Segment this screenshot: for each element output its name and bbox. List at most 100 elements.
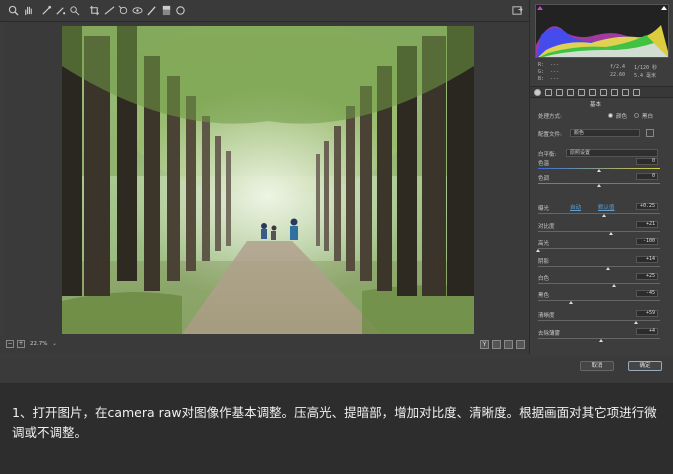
straighten-icon[interactable] bbox=[103, 4, 116, 17]
slider-value-input[interactable]: -45 bbox=[636, 290, 658, 297]
red-eye-icon[interactable] bbox=[131, 4, 144, 17]
slider-track[interactable] bbox=[538, 283, 660, 284]
slider-value-input[interactable]: +4 bbox=[636, 328, 658, 335]
histogram bbox=[535, 4, 669, 58]
ok-button[interactable]: 确定 bbox=[628, 361, 662, 371]
zoom-out-icon[interactable]: − bbox=[6, 340, 14, 348]
tab-hsl-icon[interactable] bbox=[567, 89, 574, 96]
preview-canvas[interactable] bbox=[4, 22, 528, 336]
status-bar: − + 22.7% ⌄ Y bbox=[0, 336, 529, 354]
slider-value-input[interactable]: -100 bbox=[636, 238, 658, 245]
focal-readout: 22.60 bbox=[610, 72, 626, 78]
profile-dropdown[interactable]: 颜色 bbox=[570, 129, 640, 137]
slider-value-input[interactable]: +21 bbox=[636, 221, 658, 228]
tab-tone-curve-icon[interactable] bbox=[545, 89, 552, 96]
tab-detail-icon[interactable] bbox=[556, 89, 563, 96]
profile-browser-icon[interactable] bbox=[646, 129, 654, 137]
slider-label: 高光 bbox=[538, 241, 550, 247]
slider-track[interactable] bbox=[538, 300, 660, 301]
slider-label: 曝光 bbox=[538, 206, 550, 212]
caption-area: 1、打开图片，在camera raw对图像作基本调整。压高光、提暗部，增加对比度… bbox=[0, 383, 673, 474]
photo-preview bbox=[62, 26, 474, 334]
treatment-color-radio[interactable] bbox=[608, 113, 613, 118]
tab-snapshots-icon[interactable] bbox=[633, 89, 640, 96]
zoom-level[interactable]: 22.7% bbox=[30, 341, 47, 347]
slider-track[interactable] bbox=[538, 320, 660, 321]
slider-value-input[interactable]: 0 bbox=[636, 158, 658, 165]
slider-label: 色调 bbox=[538, 176, 550, 182]
spot-removal-icon[interactable] bbox=[117, 4, 130, 17]
slider-label: 去除薄雾 bbox=[538, 331, 561, 337]
slider-thumb[interactable] bbox=[633, 321, 638, 324]
white-balance-icon[interactable] bbox=[40, 4, 53, 17]
slider-value-input[interactable]: +14 bbox=[636, 256, 658, 263]
highlight-clipping-icon[interactable] bbox=[661, 6, 667, 10]
open-preferences-icon[interactable] bbox=[511, 4, 524, 17]
graduated-filter-icon[interactable] bbox=[160, 4, 173, 17]
shadow-clipping-icon[interactable] bbox=[537, 6, 543, 10]
default-link[interactable]: 默认值 bbox=[598, 203, 615, 211]
slider-track[interactable] bbox=[538, 266, 660, 267]
slider-label: 白色 bbox=[538, 276, 550, 282]
lens-readout: 5.4 毫米 bbox=[634, 73, 657, 79]
treatment-bw-radio[interactable] bbox=[634, 113, 639, 118]
swap-settings-icon[interactable] bbox=[492, 340, 501, 349]
panel-tabs bbox=[530, 86, 673, 98]
tab-presets-icon[interactable] bbox=[622, 89, 629, 96]
slider-thumb[interactable] bbox=[536, 249, 540, 252]
section-title: 基本 bbox=[590, 102, 602, 108]
slider-track[interactable] bbox=[538, 231, 660, 232]
slider-thumb[interactable] bbox=[568, 301, 573, 304]
slider-thumb[interactable] bbox=[597, 184, 601, 187]
slider-thumb[interactable] bbox=[611, 284, 616, 287]
slider-track[interactable] bbox=[538, 248, 660, 249]
wb-label: 白平衡: bbox=[538, 152, 557, 158]
profile-value: 颜色 bbox=[574, 130, 585, 136]
white-balance-dropdown[interactable]: 原照设置 bbox=[566, 149, 658, 157]
tab-split-toning-icon[interactable] bbox=[578, 89, 585, 96]
caption-text: 1、打开图片，在camera raw对图像作基本调整。压高光、提暗部，增加对比度… bbox=[12, 405, 657, 440]
shutter-readout: 1/120 秒 bbox=[634, 65, 658, 71]
zoom-icon[interactable] bbox=[7, 4, 20, 17]
treatment-bw-label: 黑白 bbox=[642, 114, 654, 120]
adjustments-panel: R: G: B: --- --- --- f/2.4 1/120 秒 22.60… bbox=[529, 0, 673, 354]
slider-value-input[interactable]: +25 bbox=[636, 273, 658, 280]
tab-effects-icon[interactable] bbox=[600, 89, 607, 96]
zoom-in-icon[interactable]: + bbox=[17, 340, 25, 348]
brush-icon[interactable] bbox=[145, 4, 158, 17]
rgb-g-value: --- bbox=[550, 69, 560, 75]
slider-label: 清晰度 bbox=[538, 313, 555, 319]
tab-lens-icon[interactable] bbox=[589, 89, 596, 96]
slider-value-input[interactable]: +59 bbox=[636, 310, 658, 317]
slider-thumb[interactable] bbox=[599, 339, 604, 342]
hand-icon[interactable] bbox=[22, 4, 35, 17]
slider-thumb[interactable] bbox=[609, 232, 614, 235]
toolbar bbox=[0, 0, 529, 22]
tab-camera-calibration-icon[interactable] bbox=[611, 89, 618, 96]
rgb-r-label: R: bbox=[538, 62, 545, 68]
crop-icon[interactable] bbox=[88, 4, 101, 17]
slider-value-input[interactable]: +0.25 bbox=[636, 203, 658, 210]
rgb-r-value: --- bbox=[550, 62, 560, 68]
wb-value: 原照设置 bbox=[570, 150, 591, 156]
targeted-adjust-icon[interactable] bbox=[68, 4, 81, 17]
profile-label: 配置文件: bbox=[538, 132, 562, 138]
copy-settings-icon[interactable] bbox=[504, 340, 513, 349]
slider-thumb[interactable] bbox=[605, 267, 610, 270]
slider-value-input[interactable]: 0 bbox=[636, 173, 658, 180]
slider-thumb[interactable] bbox=[601, 214, 606, 217]
aperture-readout: f/2.4 bbox=[610, 64, 626, 70]
slider-track[interactable] bbox=[538, 213, 660, 214]
before-after-icon[interactable]: Y bbox=[480, 340, 489, 349]
color-sampler-icon[interactable] bbox=[54, 4, 67, 17]
slider-thumb[interactable] bbox=[597, 169, 601, 172]
slider-label: 阴影 bbox=[538, 259, 550, 265]
radial-filter-icon[interactable] bbox=[174, 4, 187, 17]
auto-link[interactable]: 自动 bbox=[570, 203, 581, 211]
cancel-button[interactable]: 取消 bbox=[580, 361, 614, 371]
treatment-color-label: 颜色 bbox=[616, 114, 628, 120]
slider-label: 黑色 bbox=[538, 293, 550, 299]
toggle-settings-icon[interactable] bbox=[516, 340, 525, 349]
chevron-down-icon[interactable]: ⌄ bbox=[52, 340, 57, 347]
tab-basic-icon[interactable] bbox=[534, 89, 541, 96]
